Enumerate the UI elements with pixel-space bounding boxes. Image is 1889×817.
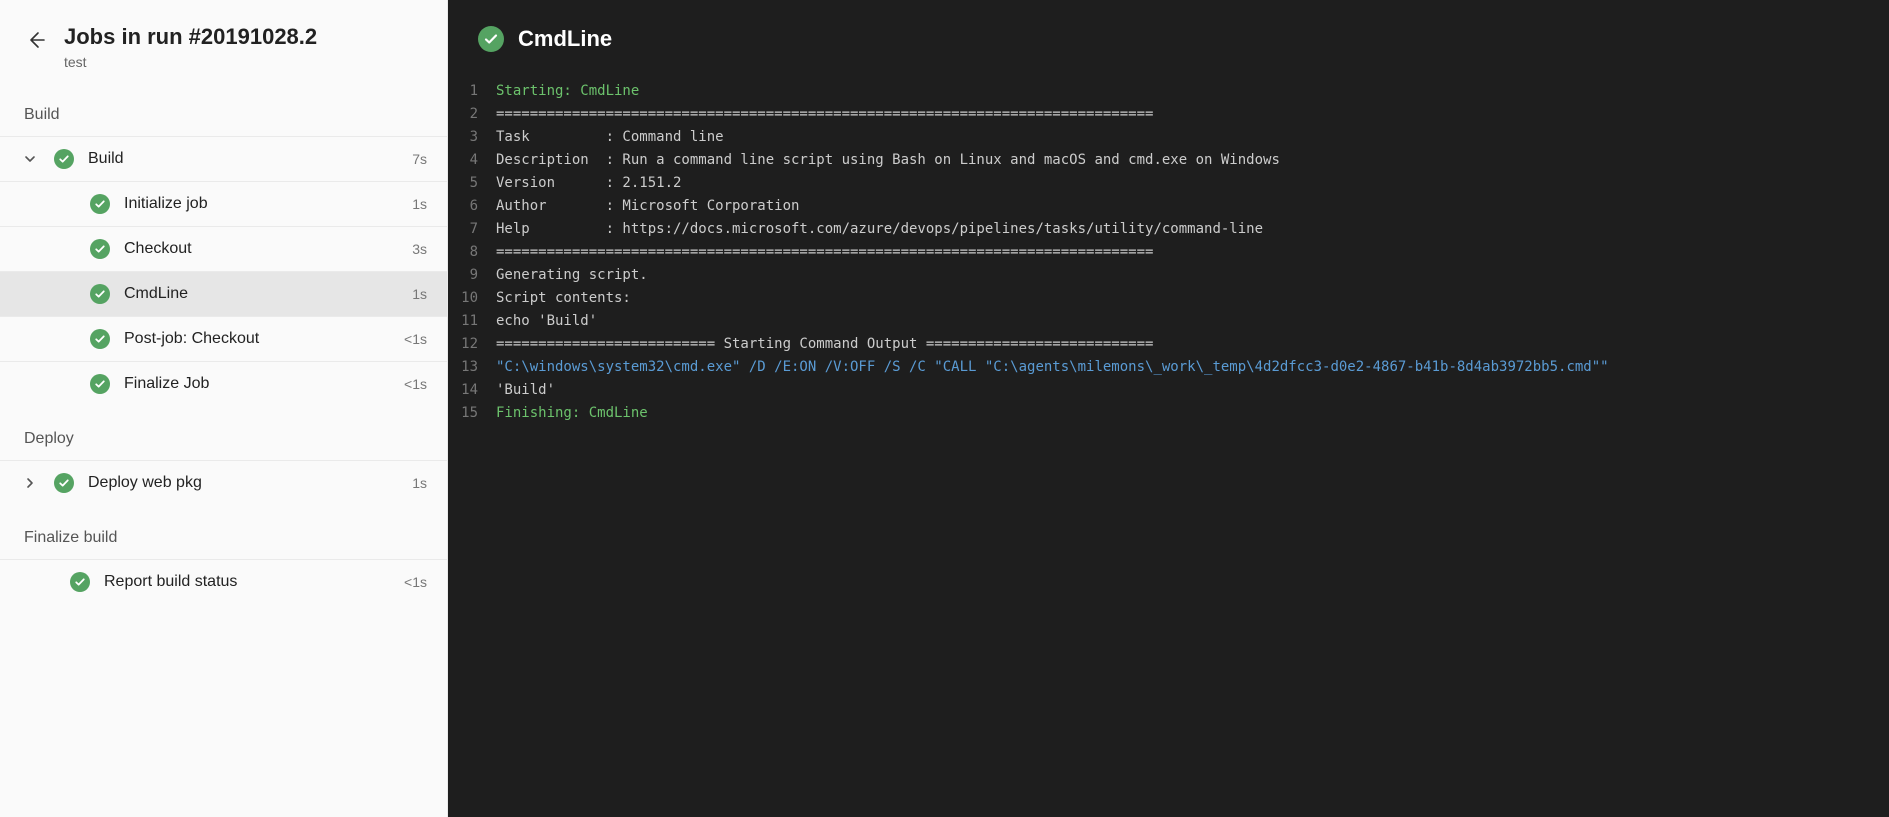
log-line: 13"C:\windows\system32\cmd.exe" /D /E:ON… [448, 356, 1889, 379]
job-duration: 1s [412, 475, 427, 491]
section-label: Build [0, 82, 447, 136]
line-text: Description : Run a command line script … [496, 149, 1280, 172]
arrow-left-icon [26, 30, 46, 50]
job-row[interactable]: Build 7s [0, 136, 447, 181]
log-line: 7Help : https://docs.microsoft.com/azure… [448, 218, 1889, 241]
step-duration: 1s [412, 196, 427, 212]
line-number: 8 [448, 241, 496, 264]
step-duration: <1s [404, 376, 427, 392]
line-text: Task : Command line [496, 126, 724, 149]
line-number: 4 [448, 149, 496, 172]
line-number: 9 [448, 264, 496, 287]
step-duration: 1s [412, 286, 427, 302]
step-row[interactable]: Checkout 3s [0, 226, 447, 271]
success-icon [478, 26, 504, 52]
line-number: 1 [448, 80, 496, 103]
chevron-down-icon[interactable] [20, 149, 40, 169]
sidebar-header: Jobs in run #20191028.2 test [0, 0, 447, 82]
line-text: Version : 2.151.2 [496, 172, 681, 195]
line-number: 15 [448, 402, 496, 425]
log-pane: CmdLine 1Starting: CmdLine2=============… [448, 0, 1889, 817]
job-row[interactable]: Report build status <1s [0, 559, 447, 604]
line-number: 10 [448, 287, 496, 310]
step-label: Initialize job [124, 195, 398, 213]
line-number: 7 [448, 218, 496, 241]
line-text: ========================================… [496, 241, 1153, 264]
page-subtitle: test [64, 54, 423, 70]
success-icon [54, 473, 74, 493]
job-row[interactable]: Deploy web pkg 1s [0, 460, 447, 505]
line-number: 11 [448, 310, 496, 333]
back-button[interactable] [24, 28, 48, 52]
log-line: 12========================== Starting Co… [448, 333, 1889, 356]
line-text: 'Build' [496, 379, 555, 402]
step-row[interactable]: Initialize job 1s [0, 181, 447, 226]
line-number: 13 [448, 356, 496, 379]
success-icon [90, 374, 110, 394]
log-line: 11echo 'Build' [448, 310, 1889, 333]
line-number: 3 [448, 126, 496, 149]
log-line: 9Generating script. [448, 264, 1889, 287]
success-icon [54, 149, 74, 169]
line-text: ========================== Starting Comm… [496, 333, 1153, 356]
task-log[interactable]: 1Starting: CmdLine2=====================… [448, 70, 1889, 435]
task-header: CmdLine [448, 0, 1889, 70]
log-line: 15Finishing: CmdLine [448, 402, 1889, 425]
line-text: ========================================… [496, 103, 1153, 126]
step-label: CmdLine [124, 285, 398, 303]
line-text: Generating script. [496, 264, 648, 287]
job-label: Build [88, 150, 398, 168]
chevron-right-icon[interactable] [20, 473, 40, 493]
log-line: 14'Build' [448, 379, 1889, 402]
line-text: echo 'Build' [496, 310, 597, 333]
line-number: 2 [448, 103, 496, 126]
job-duration: 7s [412, 151, 427, 167]
step-duration: <1s [404, 331, 427, 347]
line-number: 5 [448, 172, 496, 195]
log-line: 1Starting: CmdLine [448, 80, 1889, 103]
log-line: 6Author : Microsoft Corporation [448, 195, 1889, 218]
success-icon [90, 194, 110, 214]
line-text: "C:\windows\system32\cmd.exe" /D /E:ON /… [496, 356, 1609, 379]
log-line: 8=======================================… [448, 241, 1889, 264]
section-label: Deploy [0, 406, 447, 460]
log-line: 3Task : Command line [448, 126, 1889, 149]
step-duration: 3s [412, 241, 427, 257]
job-label: Report build status [104, 573, 390, 591]
line-number: 6 [448, 195, 496, 218]
section-label: Finalize build [0, 505, 447, 559]
line-text: Author : Microsoft Corporation [496, 195, 799, 218]
task-title: CmdLine [518, 26, 612, 52]
step-label: Finalize Job [124, 375, 390, 393]
log-line: 2=======================================… [448, 103, 1889, 126]
log-line: 10Script contents: [448, 287, 1889, 310]
log-line: 5Version : 2.151.2 [448, 172, 1889, 195]
sidebar: Jobs in run #20191028.2 test Build Build 7… [0, 0, 448, 817]
line-text: Finishing: CmdLine [496, 402, 648, 425]
step-row[interactable]: Finalize Job <1s [0, 361, 447, 406]
line-text: Script contents: [496, 287, 631, 310]
log-line: 4Description : Run a command line script… [448, 149, 1889, 172]
step-label: Checkout [124, 240, 398, 258]
step-row[interactable]: Post-job: Checkout <1s [0, 316, 447, 361]
job-label: Deploy web pkg [88, 474, 398, 492]
job-duration: <1s [404, 574, 427, 590]
success-icon [90, 239, 110, 259]
step-row[interactable]: CmdLine 1s [0, 271, 447, 316]
success-icon [90, 284, 110, 304]
line-text: Starting: CmdLine [496, 80, 639, 103]
step-label: Post-job: Checkout [124, 330, 390, 348]
line-number: 12 [448, 333, 496, 356]
success-icon [90, 329, 110, 349]
line-text: Help : https://docs.microsoft.com/azure/… [496, 218, 1263, 241]
page-title: Jobs in run #20191028.2 [64, 24, 423, 50]
success-icon [70, 572, 90, 592]
line-number: 14 [448, 379, 496, 402]
